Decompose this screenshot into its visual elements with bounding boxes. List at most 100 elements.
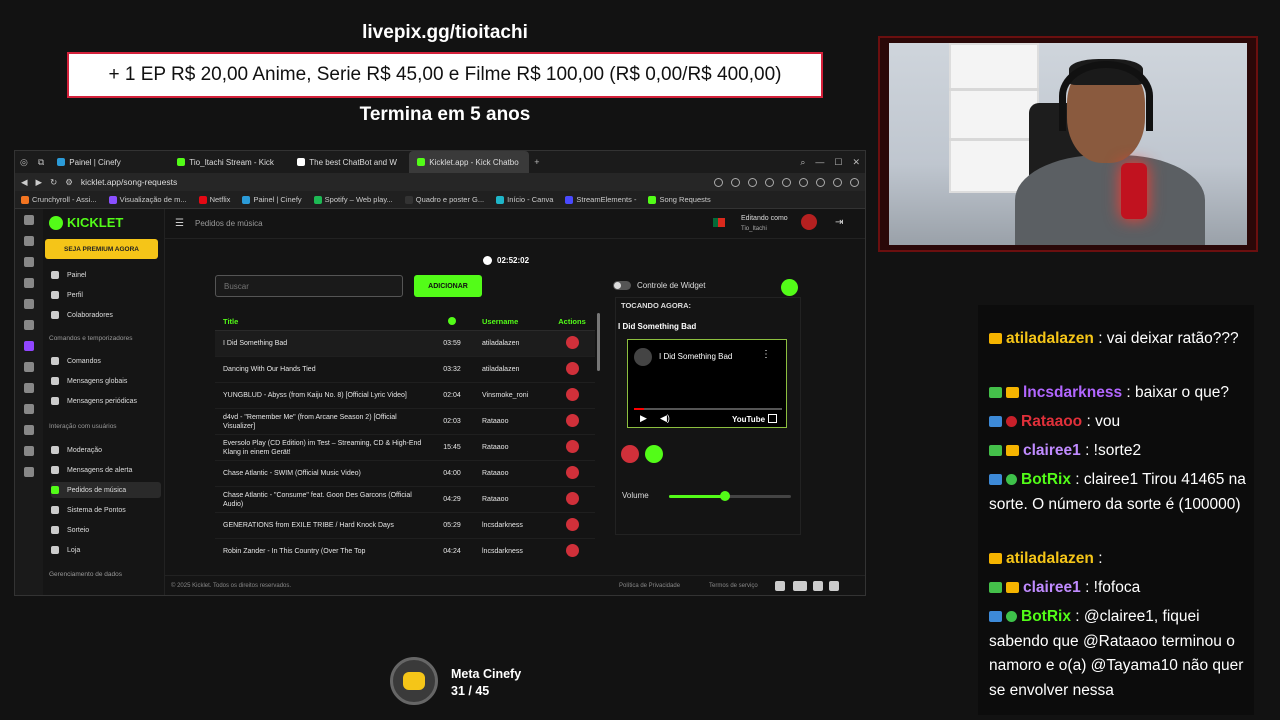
delete-icon[interactable] xyxy=(565,362,579,375)
extension-icon[interactable] xyxy=(748,177,757,187)
chat-username[interactable]: atiladalazen xyxy=(1006,550,1094,567)
chat-username[interactable]: BotRix xyxy=(1021,471,1071,488)
bookmark-spotify[interactable]: Spotify – Web play... xyxy=(313,195,393,204)
browser-menu-icon[interactable]: ◎ xyxy=(15,157,33,168)
delete-icon[interactable] xyxy=(565,492,579,505)
table-scrollbar[interactable] xyxy=(597,313,600,371)
sidebar-app-icon[interactable] xyxy=(24,383,34,393)
sidebar-app-icon[interactable] xyxy=(24,215,34,225)
volume-icon[interactable]: ◀) xyxy=(660,413,670,424)
add-button[interactable]: ADICIONAR xyxy=(414,275,482,297)
extension-icon[interactable] xyxy=(799,177,808,187)
widget-control[interactable]: Controle de Widget xyxy=(613,281,705,290)
sidebar-item-comandos[interactable]: Comandos xyxy=(51,353,161,369)
docs-icon[interactable] xyxy=(829,581,839,591)
chat-username[interactable]: lncsdarkness xyxy=(1023,384,1122,401)
sidebar-app-icon[interactable] xyxy=(24,257,34,267)
kicklet-logo[interactable]: KICKLET xyxy=(49,215,123,230)
fullscreen-icon[interactable] xyxy=(768,414,777,423)
tab-painel-cinefy[interactable]: Painel | Cinefy xyxy=(49,151,169,173)
chat-username[interactable]: Rataaoo xyxy=(1021,413,1082,430)
tab-kick-stream[interactable]: Tio_Itachi Stream - Kick xyxy=(169,151,289,173)
chat-username[interactable]: BotRix xyxy=(1021,608,1071,625)
skip-button[interactable] xyxy=(645,445,663,463)
delete-icon[interactable] xyxy=(565,440,579,453)
sidebar-item-alertas[interactable]: Mensagens de alerta xyxy=(51,462,161,478)
extension-icon[interactable] xyxy=(816,177,825,187)
delete-icon[interactable] xyxy=(565,466,579,479)
twitch-icon[interactable] xyxy=(24,341,34,351)
bookmark-visualizacao[interactable]: Visualização de m... xyxy=(108,195,187,204)
language-flag-icon[interactable] xyxy=(713,218,725,227)
x-icon[interactable] xyxy=(813,581,823,591)
sidebar-item-loja[interactable]: Loja xyxy=(51,542,161,558)
logout-icon[interactable]: ⇥ xyxy=(835,217,843,228)
privacy-link[interactable]: Política de Privacidade xyxy=(619,583,680,589)
search-input[interactable] xyxy=(215,275,403,297)
bookmark-song-requests[interactable]: Song Requests xyxy=(648,195,711,204)
sidebar-item-colaboradores[interactable]: Colaboradores xyxy=(51,307,161,323)
chat-username[interactable]: clairee1 xyxy=(1023,442,1081,459)
tab-list-icon[interactable]: ⧉ xyxy=(33,157,49,168)
sidebar-app-icon[interactable] xyxy=(24,299,34,309)
sidebar-app-icon[interactable] xyxy=(24,278,34,288)
sidebar-app-icon[interactable] xyxy=(24,425,34,435)
power-button[interactable] xyxy=(781,279,798,296)
delete-icon[interactable] xyxy=(565,414,579,427)
kick-icon[interactable] xyxy=(793,581,807,591)
hamburger-icon[interactable]: ☰ xyxy=(175,218,184,229)
zoom-icon[interactable] xyxy=(714,177,723,187)
sidebar-app-icon[interactable] xyxy=(24,236,34,246)
tab-chatbot[interactable]: The best ChatBot and W xyxy=(289,151,409,173)
sidebar-app-icon[interactable] xyxy=(24,446,34,456)
discord-icon[interactable] xyxy=(775,581,785,591)
extension-icon[interactable] xyxy=(782,177,791,187)
bookmark-crunchyroll[interactable]: Crunchyroll - Assi... xyxy=(21,195,97,204)
channel-avatar[interactable] xyxy=(634,348,652,366)
bookmark-streamelements[interactable]: StreamElements - xyxy=(565,195,636,204)
youtube-player[interactable]: I Did Something Bad ⋮ ▶ ◀) YouTube xyxy=(627,339,787,428)
sidebar-item-pedidos-musica[interactable]: Pedidos de música xyxy=(51,482,161,498)
premium-button[interactable]: SEJA PREMIUM AGORA xyxy=(45,239,158,259)
col-title[interactable]: Title xyxy=(215,317,430,326)
progress-bar[interactable] xyxy=(634,408,782,410)
terms-link[interactable]: Termos de serviço xyxy=(709,583,758,589)
chat-username[interactable]: atiladalazen xyxy=(1006,330,1094,347)
back-icon[interactable]: ◀ xyxy=(21,177,28,188)
x-icon[interactable] xyxy=(24,362,34,372)
youtube-logo[interactable]: YouTube xyxy=(732,415,765,424)
site-info-icon[interactable]: ⚙ xyxy=(65,177,73,188)
sidebar-item-painel[interactable]: Painel xyxy=(51,267,161,283)
sidebar-item-moderacao[interactable]: Moderação xyxy=(51,442,161,458)
delete-icon[interactable] xyxy=(565,388,579,401)
extension-icon[interactable] xyxy=(833,177,842,187)
sidebar-item-pontos[interactable]: Sistema de Pontos xyxy=(51,502,161,518)
minimize-button[interactable]: — xyxy=(810,157,829,167)
sidebar-app-icon[interactable] xyxy=(24,404,34,414)
forward-icon[interactable]: ▶ xyxy=(36,177,43,188)
bookmark-cinefy[interactable]: Painel | Cinefy xyxy=(242,195,302,204)
bookmark-canva[interactable]: Início - Canva xyxy=(496,195,553,204)
sidebar-item-sorteio[interactable]: Sorteio xyxy=(51,522,161,538)
video-title[interactable]: I Did Something Bad xyxy=(659,352,732,361)
reload-icon[interactable]: ↻ xyxy=(50,177,57,188)
col-username[interactable]: Username xyxy=(474,317,552,326)
settings-icon[interactable] xyxy=(850,177,859,187)
more-icon[interactable]: ⋮ xyxy=(761,349,771,360)
sidebar-item-mensagens-periodicas[interactable]: Mensagens periódicas xyxy=(51,393,161,409)
extension-icon[interactable] xyxy=(731,177,740,187)
new-tab-button[interactable]: + xyxy=(529,157,544,167)
delete-icon[interactable] xyxy=(565,336,579,349)
search-tabs-icon[interactable]: ⌕ xyxy=(795,157,810,168)
bookmark-quadro[interactable]: Quadro e poster G... xyxy=(404,195,484,204)
close-button[interactable]: ✕ xyxy=(847,157,865,168)
sidebar-app-icon[interactable] xyxy=(24,320,34,330)
extension-icon[interactable] xyxy=(765,177,774,187)
sidebar-app-icon[interactable] xyxy=(24,467,34,477)
play-icon[interactable]: ▶ xyxy=(640,413,647,424)
avatar[interactable] xyxy=(801,214,817,230)
sidebar-item-perfil[interactable]: Perfil xyxy=(51,287,161,303)
delete-icon[interactable] xyxy=(565,518,579,531)
bookmark-netflix[interactable]: Netflix xyxy=(198,195,230,204)
widget-toggle[interactable] xyxy=(613,281,631,290)
